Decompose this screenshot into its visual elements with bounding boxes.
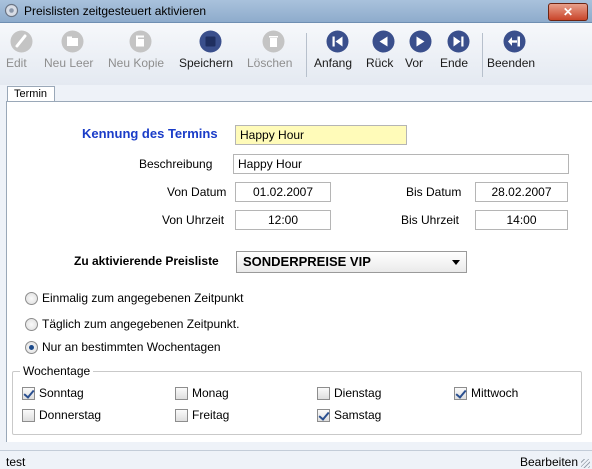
neu-kopie-label: Neu Kopie [108,56,165,70]
checkbox-monag[interactable] [175,387,188,400]
anfang-button[interactable]: Anfang [314,29,360,70]
von-datum-label: Von Datum [167,185,227,199]
close-button[interactable]: ✕ [548,3,588,21]
beschreibung-input[interactable]: Happy Hour [233,154,569,174]
preisliste-label: Zu aktivierende Preisliste [74,254,219,268]
neu-kopie-button[interactable]: Neu Kopie [108,29,172,70]
toolbar-separator [482,33,483,77]
beenden-button[interactable]: Beenden [487,29,541,70]
status-bar: test Bearbeiten [0,450,592,469]
speichern-button[interactable]: Speichern [179,29,241,70]
wochentage-title: Wochentage [20,364,94,378]
resize-grip-icon[interactable] [581,459,590,468]
bis-uhrzeit-input[interactable]: 14:00 [475,210,568,230]
save-icon [199,30,221,53]
ende-label: Ende [440,56,469,70]
skip-to-end-icon [447,30,469,53]
toolbar-separator [306,33,307,77]
checkbox-sonntag[interactable] [22,387,35,400]
checkbox-freitag[interactable] [175,409,188,422]
beschreibung-label: Beschreibung [139,157,213,171]
checkbox-donnerstag-label[interactable]: Donnerstag [39,408,101,422]
checkbox-freitag-label[interactable]: Freitag [192,408,229,422]
checkbox-samstag[interactable] [317,409,330,422]
bis-uhrzeit-label: Bis Uhrzeit [401,213,460,227]
edit-button[interactable]: Edit [6,29,36,70]
title-bar: Preislisten zeitgesteuert aktivieren ✕ [0,0,592,23]
checkbox-mittwoch[interactable] [454,387,467,400]
checkbox-mittwoch-label[interactable]: Mittwoch [471,386,518,400]
von-datum-input[interactable]: 01.02.2007 [235,182,331,202]
loeschen-label: Löschen [247,56,293,70]
arrow-right-icon [409,30,431,53]
neu-leer-button[interactable]: Neu Leer [44,29,100,70]
rueck-button[interactable]: Rück [366,29,400,70]
tab-termin[interactable]: Termin [7,86,55,102]
tab-strip: Termin [0,86,592,102]
vor-button[interactable]: Vor [405,29,435,70]
beenden-label: Beenden [487,56,536,70]
edit-label: Edit [6,56,27,70]
bis-datum-label: Bis Datum [406,185,462,199]
folder-icon [61,30,83,53]
status-text: test [6,455,26,469]
vor-label: Vor [405,56,424,70]
von-uhrzeit-label: Von Uhrzeit [162,213,225,227]
radio-wochentage-label[interactable]: Nur an bestimmten Wochentagen [42,340,221,354]
anfang-label: Anfang [314,56,353,70]
toolbar: Edit Neu Leer Neu Kopie Speichern Lösche… [0,23,592,85]
bis-datum-input[interactable]: 28.02.2007 [475,182,568,202]
kennung-input[interactable]: Happy Hour [235,125,407,145]
radio-taeglich-label[interactable]: Täglich zum angegebenen Zeitpunkt. [42,317,239,331]
checkbox-donnerstag[interactable] [22,409,35,422]
skip-to-start-icon [326,30,348,53]
window: Preislisten zeitgesteuert aktivieren ✕ E… [0,0,592,469]
speichern-label: Speichern [179,56,234,70]
checkbox-monag-label[interactable]: Monag [192,386,229,400]
wochentage-group [12,371,582,435]
loeschen-button[interactable]: Löschen [247,29,299,70]
pencil-icon [10,30,32,53]
von-uhrzeit-input[interactable]: 12:00 [235,210,331,230]
ende-button[interactable]: Ende [440,29,476,70]
window-title: Preislisten zeitgesteuert aktivieren [24,4,207,18]
radio-taeglich[interactable] [25,318,38,331]
radio-einmalig[interactable] [25,292,38,305]
arrow-left-icon [372,30,394,53]
preisliste-select[interactable]: SONDERPREISE VIP [236,251,467,273]
exit-icon [503,30,525,53]
radio-einmalig-label[interactable]: Einmalig zum angegebenen Zeitpunkt [42,291,243,305]
copy-icon [129,30,151,53]
trash-icon [262,30,284,53]
kennung-label: Kennung des Termins [82,126,218,141]
status-mode: Bearbeiten [519,455,578,469]
checkbox-dienstag[interactable] [317,387,330,400]
neu-leer-label: Neu Leer [44,56,94,70]
checkbox-samstag-label[interactable]: Samstag [334,408,381,422]
rueck-label: Rück [366,56,394,70]
preisliste-value: SONDERPREISE VIP [243,254,371,269]
chevron-down-icon [452,260,460,265]
radio-wochentage[interactable] [25,341,38,354]
checkbox-sonntag-label[interactable]: Sonntag [39,386,84,400]
checkbox-dienstag-label[interactable]: Dienstag [334,386,381,400]
gear-app-icon [4,3,19,18]
